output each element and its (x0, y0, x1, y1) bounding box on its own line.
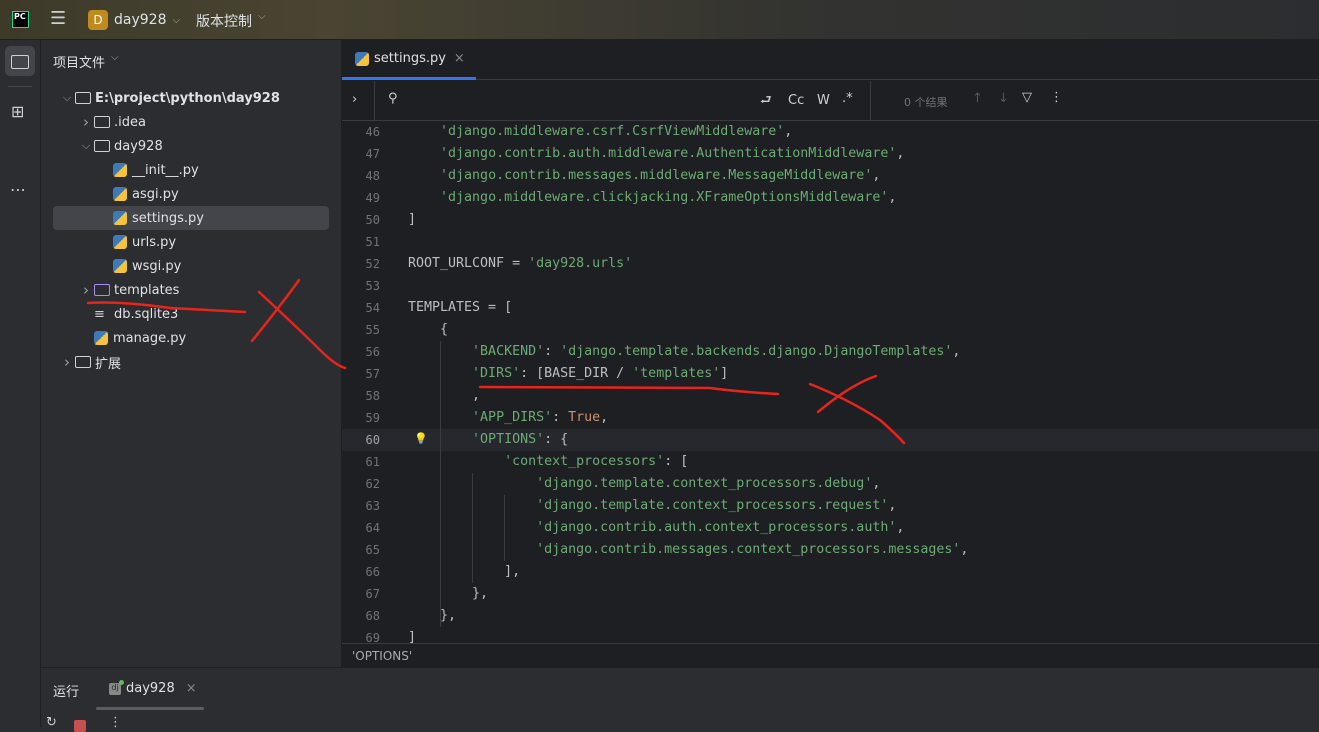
red-annotations (86, 278, 906, 445)
cross-mark-code (808, 374, 906, 445)
underline-dirs (478, 385, 780, 396)
cross-mark-tree (250, 278, 347, 370)
underline-templates-folder (86, 301, 247, 314)
